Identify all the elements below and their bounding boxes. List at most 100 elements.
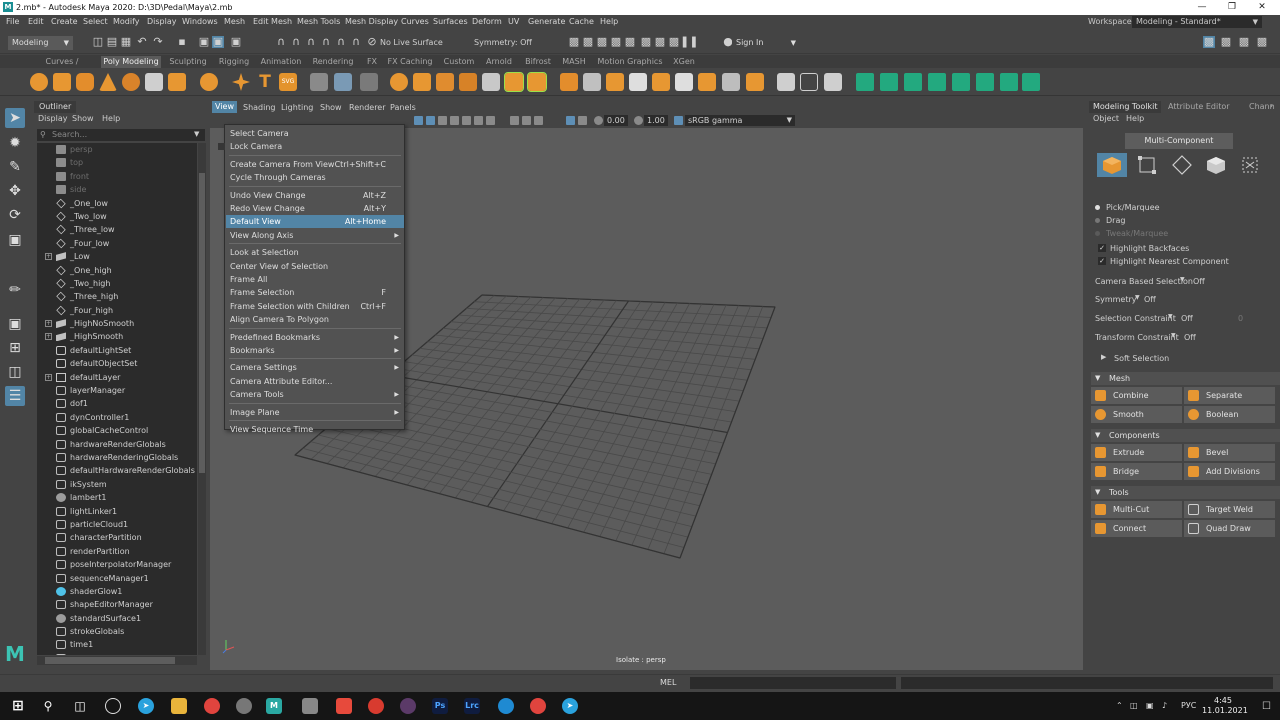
- menu-item-undo-view-change[interactable]: Undo View Change Alt+Z: [226, 189, 404, 202]
- sculpt-shelf-icon[interactable]: [777, 73, 795, 91]
- select-object-icon[interactable]: ▣: [198, 36, 210, 48]
- scrollbar-thumb[interactable]: [199, 173, 205, 473]
- menu-mesh-tools[interactable]: Mesh Tools: [297, 17, 340, 26]
- app-3d-icon[interactable]: [302, 698, 318, 714]
- selection-constraint-label[interactable]: Selection Constraint: [1095, 314, 1176, 323]
- two-view-layout[interactable]: ◫: [5, 362, 25, 382]
- mesh-section-header[interactable]: ▼ Mesh: [1091, 372, 1280, 385]
- connect-button[interactable]: Connect: [1091, 520, 1182, 537]
- wireframe-icon[interactable]: [414, 116, 423, 125]
- transform-constraint-value[interactable]: Off: [1184, 333, 1196, 342]
- gamma-field[interactable]: 1.00: [644, 115, 668, 126]
- outliner-item[interactable]: + defaultLayer: [37, 371, 197, 384]
- default-material-icon[interactable]: [438, 116, 447, 125]
- last-tool[interactable]: ✏: [5, 280, 25, 300]
- mirror-shelf-icon[interactable]: [436, 73, 454, 91]
- shelf-tab-fx-caching[interactable]: FX Caching: [386, 56, 434, 68]
- outliner-list[interactable]: persp top front side _One_low _Two_low _Three_…: [37, 143, 197, 655]
- attribute-editor-toggle-icon[interactable]: ▩: [1220, 36, 1232, 48]
- pause-icon[interactable]: ❚❚: [680, 36, 698, 48]
- menu-surfaces[interactable]: Surfaces: [433, 17, 468, 26]
- undo-icon[interactable]: ↶: [136, 36, 148, 48]
- smooth-shelf-icon[interactable]: [390, 73, 408, 91]
- app-red-icon[interactable]: [336, 698, 352, 714]
- render-setup-icon[interactable]: ▩: [640, 36, 652, 48]
- offset-edge-loop-shelf-icon[interactable]: [629, 73, 647, 91]
- shelf-tab-fx[interactable]: FX: [362, 56, 382, 68]
- menu-item-redo-view-change[interactable]: Redo View Change Alt+Y: [226, 202, 404, 215]
- shelf-tab-motion-graphics[interactable]: Motion Graphics: [594, 56, 666, 68]
- pick-marquee-radio[interactable]: [1095, 205, 1100, 210]
- menu-item-camera-tools[interactable]: Camera Tools ▶: [226, 388, 404, 401]
- menu-item-view-along-axis[interactable]: View Along Axis ▶: [226, 229, 404, 242]
- menu-item-predefined-bookmarks[interactable]: Predefined Bookmarks ▶: [226, 331, 404, 344]
- outliner-item[interactable]: dynController1: [37, 411, 197, 424]
- single-perspective-layout[interactable]: ▣: [5, 314, 25, 334]
- mel-command-input[interactable]: [690, 677, 896, 689]
- menu-item-select-camera[interactable]: Select Camera: [226, 127, 404, 140]
- menu-generate[interactable]: Generate: [528, 17, 565, 26]
- smooth-button[interactable]: Smooth: [1091, 406, 1182, 423]
- outliner-item[interactable]: lambert1: [37, 491, 197, 504]
- edge-mode-button[interactable]: [1167, 153, 1197, 177]
- outliner-item[interactable]: defaultViewColorManager: [37, 652, 197, 655]
- shelf-tab-xgen[interactable]: XGen: [670, 56, 698, 68]
- select-hierarchy-icon[interactable]: ▪: [176, 36, 188, 48]
- live-surface-label[interactable]: No Live Surface: [380, 38, 443, 47]
- outliner-item[interactable]: globalCacheControl: [37, 424, 197, 437]
- menu-item-camera-settings[interactable]: Camera Settings ▶: [226, 361, 404, 374]
- menu-item-frame-selection[interactable]: Frame Selection F: [226, 286, 404, 299]
- selection-constraint-value[interactable]: Off: [1181, 314, 1193, 323]
- shadows-icon[interactable]: [474, 116, 483, 125]
- expand-icon[interactable]: +: [45, 333, 52, 341]
- shelf-tab-poly-modeling[interactable]: Poly Modeling: [101, 56, 161, 68]
- uv-automatic-shelf-icon[interactable]: [928, 73, 946, 91]
- expand-icon[interactable]: +: [45, 373, 52, 381]
- menu-windows[interactable]: Windows: [182, 17, 218, 26]
- outliner-item[interactable]: layerManager: [37, 384, 197, 397]
- poke-shelf-icon[interactable]: [652, 73, 670, 91]
- menu-create[interactable]: Create: [51, 17, 78, 26]
- uv-sew-shelf-icon[interactable]: [1022, 73, 1040, 91]
- viewport-menu-panels[interactable]: Panels: [387, 102, 419, 114]
- menu-mesh-display[interactable]: Mesh Display: [345, 17, 398, 26]
- poly-sphere-icon[interactable]: [30, 73, 48, 91]
- menu-item-center-view-of-selection[interactable]: Center View of Selection: [226, 260, 404, 273]
- checkbox-icon[interactable]: [218, 143, 225, 151]
- vertex-mode-button[interactable]: [1132, 153, 1162, 177]
- paint-select-tool[interactable]: ✎: [5, 157, 25, 177]
- menu-edit-mesh[interactable]: Edit Mesh: [253, 17, 292, 26]
- lights-icon[interactable]: [462, 116, 471, 125]
- save-scene-icon[interactable]: ▦: [120, 36, 132, 48]
- symmetry-label[interactable]: Symmetry: Off: [474, 38, 532, 47]
- outliner-item[interactable]: _One_low: [37, 197, 197, 210]
- menu-modify[interactable]: Modify: [113, 17, 140, 26]
- workspace-select[interactable]: Modeling - Standard* ▼: [1132, 16, 1262, 28]
- construction-history-icon[interactable]: ▩: [568, 36, 580, 48]
- telegram-icon[interactable]: ➤: [138, 698, 154, 714]
- outliner-item[interactable]: defaultObjectSet: [37, 357, 197, 370]
- outliner-item[interactable]: + _HighNoSmooth: [37, 317, 197, 330]
- menu-deform[interactable]: Deform: [472, 17, 502, 26]
- snap-point-icon[interactable]: ∩: [305, 36, 317, 48]
- uv-mode-button[interactable]: [1235, 153, 1265, 177]
- outliner-item[interactable]: dof1: [37, 397, 197, 410]
- snap-curve-icon[interactable]: ∩: [290, 36, 302, 48]
- network-icon[interactable]: ◫: [1130, 701, 1138, 710]
- poly-cone-icon[interactable]: [99, 73, 117, 91]
- menu-item-frame-selection-with-children[interactable]: Frame Selection with Children Ctrl+F: [226, 300, 404, 313]
- uv-unfold-shelf-icon[interactable]: [952, 73, 970, 91]
- exposure-field[interactable]: 0.00: [604, 115, 628, 126]
- shelf-tab-sculpting[interactable]: Sculpting: [166, 56, 210, 68]
- outliner-item[interactable]: _Four_high: [37, 304, 197, 317]
- selection-constraint-number[interactable]: 0: [1238, 314, 1243, 323]
- close-button[interactable]: ✕: [1242, 1, 1280, 14]
- smooth-shade-icon[interactable]: [426, 116, 435, 125]
- fill-hole-shelf-icon[interactable]: [459, 73, 477, 91]
- menu-uv[interactable]: UV: [508, 17, 519, 26]
- menu-item-lock-camera[interactable]: Lock Camera: [218, 140, 404, 153]
- combine-shelf-icon[interactable]: [310, 73, 328, 91]
- shelf-tab-rigging[interactable]: Rigging: [214, 56, 254, 68]
- app-purple-icon[interactable]: [400, 698, 416, 714]
- snap-view-plane-icon[interactable]: ∩: [335, 36, 347, 48]
